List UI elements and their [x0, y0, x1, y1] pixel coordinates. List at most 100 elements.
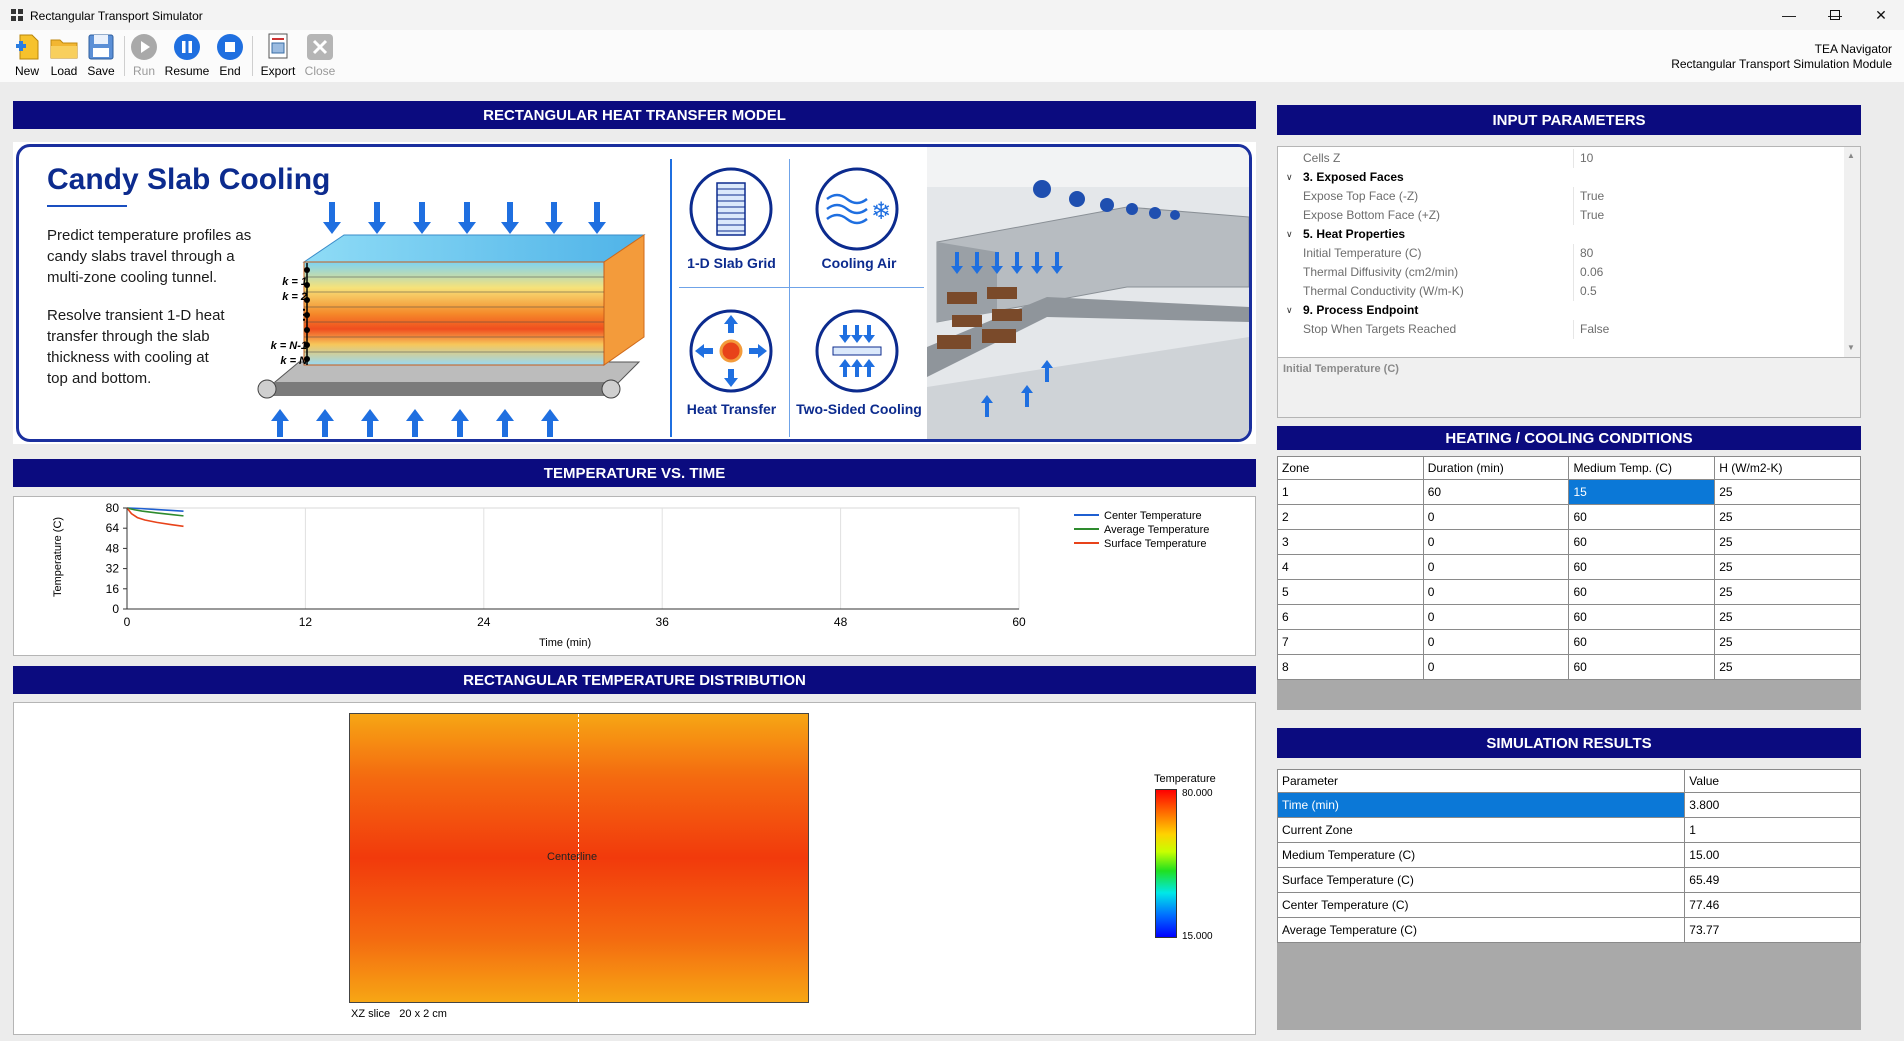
collapse-chevron-icon[interactable]: ∨ — [1286, 225, 1293, 244]
table-row[interactable]: 5 0 60 25 — [1277, 579, 1861, 605]
column-header[interactable]: H (W/m2-K) — [1714, 456, 1861, 480]
column-header[interactable]: Value — [1684, 769, 1861, 793]
table-cell[interactable]: 25 — [1714, 604, 1861, 630]
table-row[interactable]: 8 0 60 25 — [1277, 654, 1861, 680]
table-cell[interactable]: 25 — [1714, 629, 1861, 655]
table-cell[interactable]: 0 — [1422, 529, 1570, 555]
property-row[interactable]: Stop When Targets Reached False — [1278, 320, 1844, 339]
table-row[interactable]: Time (min) 3.800 — [1276, 792, 1861, 818]
close-window-button[interactable]: ✕ — [1858, 0, 1904, 30]
new-button[interactable]: New — [10, 32, 44, 82]
collapse-chevron-icon[interactable]: ∨ — [1286, 168, 1293, 187]
table-cell[interactable]: Surface Temperature (C) — [1276, 867, 1686, 893]
table-cell[interactable]: 25 — [1714, 554, 1861, 580]
table-cell[interactable]: 6 — [1277, 604, 1424, 630]
table-cell[interactable]: 60 — [1568, 604, 1716, 630]
property-grid-scrollbar[interactable]: ▲ ▼ — [1844, 147, 1860, 357]
property-row[interactable]: Thermal Conductivity (W/m-K) 0.5 — [1278, 282, 1844, 301]
cooling-arrows-bottom — [271, 409, 559, 437]
table-cell[interactable]: 25 — [1714, 479, 1861, 505]
property-row[interactable]: Thermal Diffusivity (cm2/min) 0.06 — [1278, 263, 1844, 282]
table-cell[interactable]: 4 — [1277, 554, 1424, 580]
table-cell[interactable]: 7 — [1277, 629, 1424, 655]
table-cell[interactable]: 0 — [1422, 654, 1570, 680]
resume-button[interactable]: Resume — [164, 32, 210, 82]
table-cell[interactable]: 8 — [1277, 654, 1424, 680]
property-value[interactable]: False — [1580, 320, 1609, 339]
table-cell[interactable]: Time (min) — [1276, 792, 1686, 818]
load-button[interactable]: Load — [46, 32, 82, 82]
table-cell[interactable]: 73.77 — [1684, 917, 1861, 943]
column-header[interactable]: Medium Temp. (C) — [1568, 456, 1716, 480]
property-row[interactable]: Expose Bottom Face (+Z) True — [1278, 206, 1844, 225]
table-cell[interactable]: 15 — [1568, 479, 1716, 505]
table-cell[interactable]: 60 — [1568, 579, 1716, 605]
table-row[interactable]: Center Temperature (C) 77.46 — [1276, 892, 1861, 918]
table-cell[interactable]: 60 — [1568, 529, 1716, 555]
column-header[interactable]: Parameter — [1276, 769, 1686, 793]
property-value[interactable]: True — [1580, 206, 1604, 225]
table-cell[interactable]: 25 — [1714, 654, 1861, 680]
table-cell[interactable]: 1 — [1684, 817, 1861, 843]
table-cell[interactable]: 60 — [1568, 629, 1716, 655]
close-button[interactable]: Close — [302, 32, 338, 82]
table-cell[interactable]: 60 — [1568, 554, 1716, 580]
table-row[interactable]: 1 60 15 25 — [1277, 479, 1861, 505]
table-row[interactable]: Average Temperature (C) 73.77 — [1276, 917, 1861, 943]
property-row[interactable]: Cells Z 10 — [1278, 149, 1844, 168]
property-category[interactable]: ∨ 9. Process Endpoint — [1278, 301, 1844, 320]
table-cell[interactable]: 0 — [1422, 604, 1570, 630]
table-row[interactable]: 7 0 60 25 — [1277, 629, 1861, 655]
collapse-chevron-icon[interactable]: ∨ — [1286, 301, 1293, 320]
table-cell[interactable]: 25 — [1714, 579, 1861, 605]
property-category[interactable]: ∨ 3. Exposed Faces — [1278, 168, 1844, 187]
table-cell[interactable]: 15.00 — [1684, 842, 1861, 868]
property-value[interactable]: 0.5 — [1580, 282, 1597, 301]
table-row[interactable]: Surface Temperature (C) 65.49 — [1276, 867, 1861, 893]
table-cell[interactable]: 0 — [1422, 504, 1570, 530]
column-header[interactable]: Zone — [1277, 456, 1424, 480]
property-category[interactable]: ∨ 5. Heat Properties — [1278, 225, 1844, 244]
table-cell[interactable]: 3 — [1277, 529, 1424, 555]
table-row[interactable]: 6 0 60 25 — [1277, 604, 1861, 630]
table-row[interactable]: 2 0 60 25 — [1277, 504, 1861, 530]
property-value[interactable]: 0.06 — [1580, 263, 1603, 282]
minimize-button-2[interactable]: — — [1766, 0, 1812, 30]
table-cell[interactable]: 25 — [1714, 529, 1861, 555]
property-value[interactable]: 10 — [1580, 149, 1593, 168]
table-cell[interactable]: Average Temperature (C) — [1276, 917, 1686, 943]
save-button[interactable]: Save — [84, 32, 118, 82]
table-row[interactable]: Medium Temperature (C) 15.00 — [1276, 842, 1861, 868]
table-cell[interactable]: Center Temperature (C) — [1276, 892, 1686, 918]
table-cell[interactable]: 5 — [1277, 579, 1424, 605]
table-cell[interactable]: 0 — [1422, 554, 1570, 580]
table-cell[interactable]: 25 — [1714, 504, 1861, 530]
table-cell[interactable]: 0 — [1422, 579, 1570, 605]
table-cell[interactable]: 1 — [1277, 479, 1424, 505]
table-cell[interactable]: Medium Temperature (C) — [1276, 842, 1686, 868]
end-button[interactable]: End — [214, 32, 246, 82]
table-cell[interactable]: 3.800 — [1684, 792, 1861, 818]
table-cell[interactable]: 60 — [1568, 504, 1716, 530]
column-header[interactable]: Duration (min) — [1422, 456, 1570, 480]
table-cell[interactable]: 65.49 — [1684, 867, 1861, 893]
table-cell[interactable]: 60 — [1422, 479, 1570, 505]
run-button[interactable]: Run — [128, 32, 160, 82]
table-cell[interactable]: 77.46 — [1684, 892, 1861, 918]
table-cell[interactable]: 2 — [1277, 504, 1424, 530]
table-row[interactable]: 3 0 60 25 — [1277, 529, 1861, 555]
property-row[interactable]: Expose Top Face (-Z) True — [1278, 187, 1844, 206]
table-cell[interactable]: 60 — [1568, 654, 1716, 680]
table-cell[interactable]: 0 — [1422, 629, 1570, 655]
property-value[interactable]: 80 — [1580, 244, 1593, 263]
maximize-button[interactable] — [1812, 0, 1858, 30]
table-row[interactable]: Current Zone 1 — [1276, 817, 1861, 843]
property-row[interactable]: Initial Temperature (C) 80 — [1278, 244, 1844, 263]
scroll-down-icon[interactable]: ▼ — [1847, 343, 1855, 352]
table-row[interactable]: 4 0 60 25 — [1277, 554, 1861, 580]
scroll-up-icon[interactable]: ▲ — [1847, 151, 1855, 160]
property-value[interactable]: True — [1580, 187, 1604, 206]
export-button[interactable]: Export — [258, 32, 298, 82]
table-cell[interactable]: Current Zone — [1276, 817, 1686, 843]
y-tick-label: 16 — [106, 582, 120, 596]
